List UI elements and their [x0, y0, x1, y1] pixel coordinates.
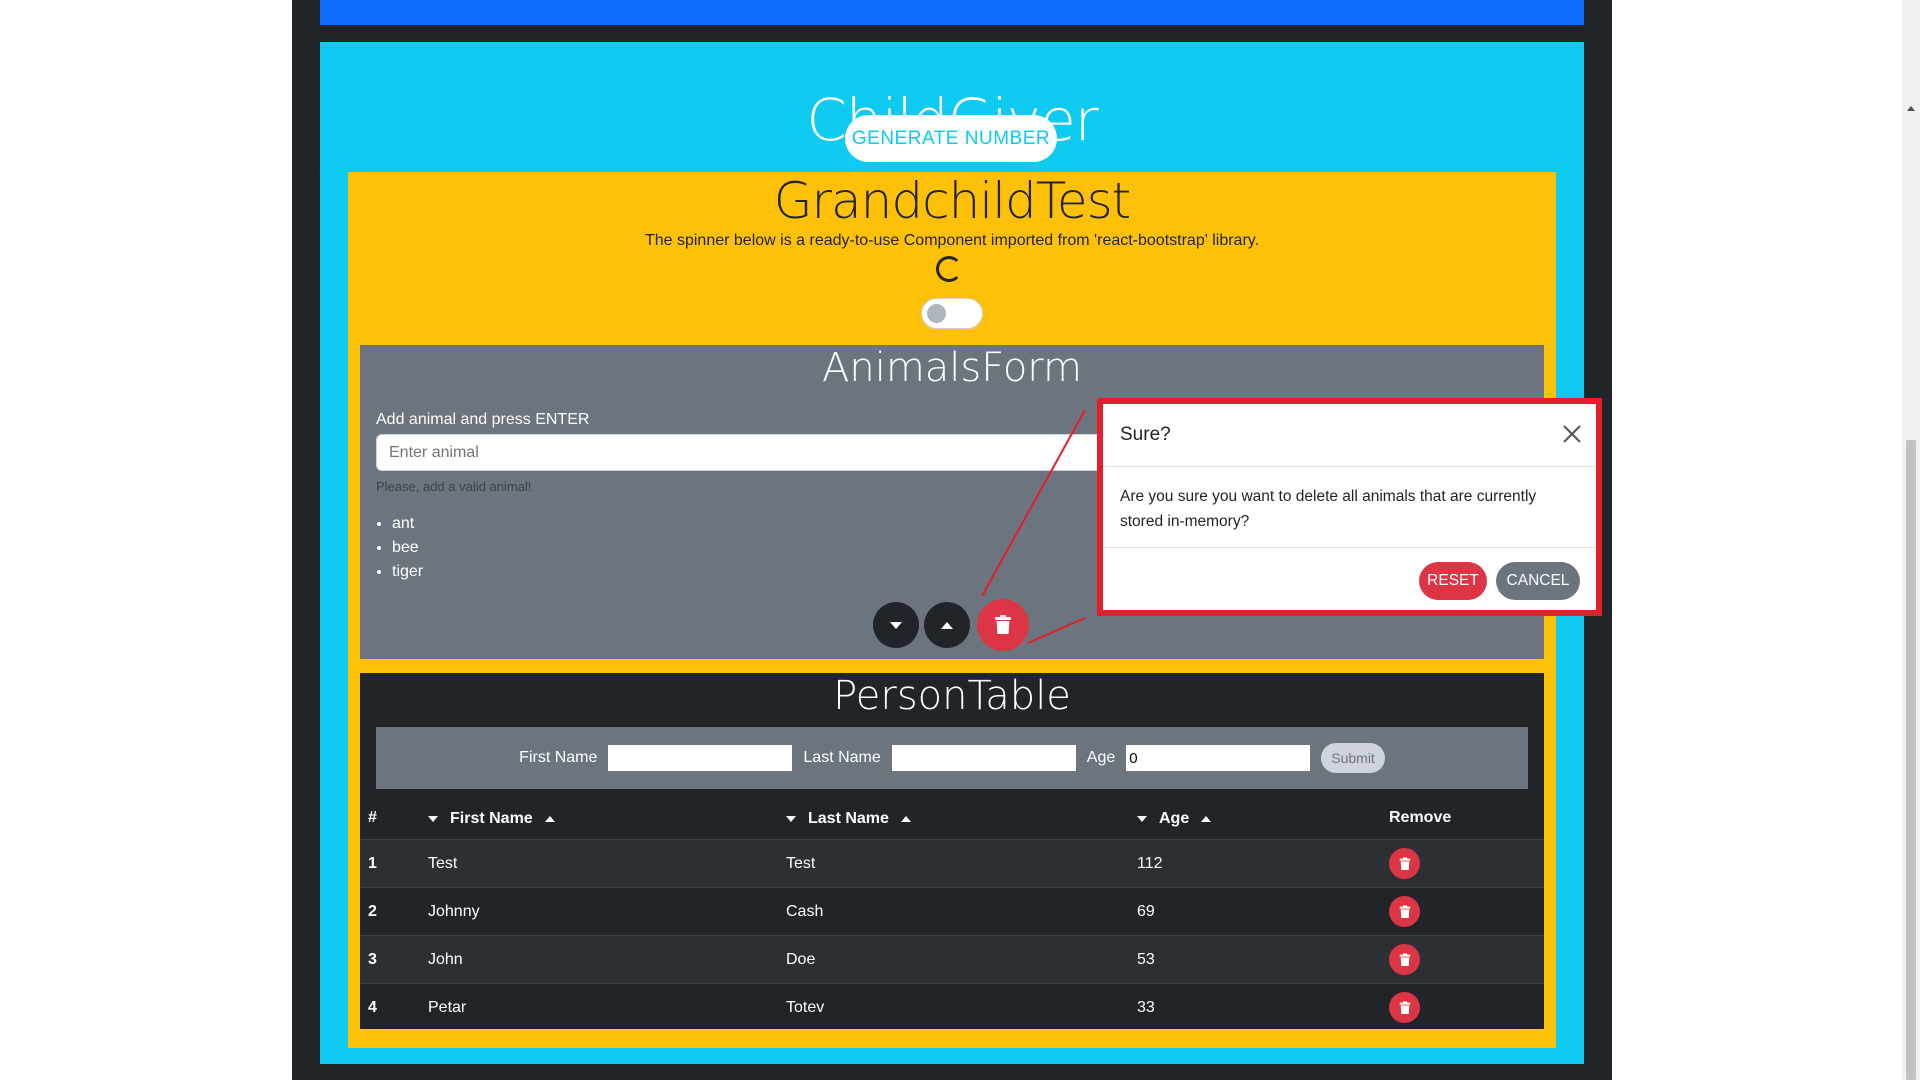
modal-body-text: Are you sure you want to delete all anim…	[1120, 488, 1537, 530]
row-remove-cell	[1381, 887, 1544, 936]
delete-all-animals-button[interactable]	[977, 599, 1029, 651]
scroll-up-icon[interactable]	[1907, 106, 1915, 111]
parent-header-bar	[320, 0, 1584, 25]
sort-desc-icon[interactable]	[1137, 815, 1147, 822]
column-header-index: #	[368, 809, 377, 826]
column-header-last-name: Last Name	[778, 797, 1129, 840]
trash-icon	[1399, 952, 1410, 966]
modal-header: Sure?	[1103, 404, 1596, 467]
column-header-age: Age	[1129, 797, 1381, 840]
row-age: 69	[1129, 887, 1381, 936]
sort-ascending-button[interactable]	[924, 602, 970, 648]
remove-person-button[interactable]	[1389, 992, 1420, 1023]
column-header-remove: Remove	[1389, 809, 1452, 826]
row-last-name: Test	[778, 839, 1129, 888]
caret-up-icon	[941, 621, 953, 629]
row-first-name: Petar	[420, 983, 778, 1031]
cancel-button[interactable]: CANCEL	[1496, 562, 1580, 600]
confirm-reset-modal: Sure? Are you sure you want to delete al…	[1097, 398, 1602, 616]
animals-form-title: AnimalsForm	[821, 345, 1083, 391]
remove-person-button[interactable]	[1389, 848, 1420, 879]
row-first-name: John	[420, 935, 778, 984]
trash-icon	[1399, 1000, 1410, 1014]
table-row: 3 John Doe 53	[360, 935, 1544, 984]
trash-icon	[995, 615, 1011, 634]
last-name-label: Last Name	[803, 749, 881, 766]
sort-desc-icon[interactable]	[786, 815, 796, 822]
grandchild-description: The spinner below is a ready-to-use Comp…	[644, 232, 1260, 249]
list-item: ant	[392, 512, 423, 536]
person-table: # First Name Last Name Age Remove 1 Test…	[360, 797, 1544, 1031]
table-row: 1 Test Test 112	[360, 839, 1544, 888]
age-label: Age	[1086, 749, 1116, 766]
animal-list: ant bee tiger	[376, 512, 423, 584]
row-last-name: Doe	[778, 935, 1129, 984]
row-index: 3	[360, 935, 420, 984]
animal-input-label: Add animal and press ENTER	[376, 411, 590, 428]
animal-input[interactable]	[376, 434, 1136, 471]
row-remove-cell	[1381, 983, 1544, 1031]
loading-spinner-icon	[936, 256, 962, 282]
row-first-name: Test	[420, 839, 778, 888]
row-remove-cell	[1381, 839, 1544, 888]
modal-footer: RESET CANCEL	[1103, 547, 1596, 618]
grandchild-test-title: GrandchildTest	[773, 172, 1132, 230]
row-age: 112	[1129, 839, 1381, 888]
generate-number-button[interactable]: GENERATE NUMBER	[845, 115, 1057, 162]
modal-title: Sure?	[1120, 424, 1171, 445]
row-last-name: Totev	[778, 983, 1129, 1031]
list-item: tiger	[392, 560, 423, 584]
row-first-name: Johnny	[420, 887, 778, 936]
row-index: 2	[360, 887, 420, 936]
reset-button[interactable]: RESET	[1419, 562, 1487, 600]
first-name-label: First Name	[519, 749, 598, 766]
sort-asc-icon[interactable]	[544, 815, 555, 822]
last-name-field[interactable]	[890, 744, 1077, 772]
sort-desc-icon[interactable]	[428, 815, 438, 822]
remove-person-button[interactable]	[1389, 896, 1420, 927]
column-label: Last Name	[808, 809, 889, 827]
column-label: First Name	[450, 809, 533, 827]
column-label: Age	[1159, 809, 1190, 827]
list-item: bee	[392, 536, 423, 560]
sort-asc-icon[interactable]	[1201, 815, 1212, 822]
scrollbar-thumb[interactable]	[1906, 440, 1916, 1080]
trash-icon	[1399, 904, 1410, 918]
vertical-scrollbar[interactable]	[1902, 0, 1920, 1080]
animal-help-text: Please, add a valid animal!	[376, 479, 532, 494]
toggle-knob	[927, 304, 946, 323]
table-header-row: # First Name Last Name Age Remove	[360, 797, 1544, 840]
toggle-switch[interactable]	[921, 298, 983, 329]
row-age: 33	[1129, 983, 1381, 1031]
remove-person-button[interactable]	[1389, 944, 1420, 975]
row-last-name: Cash	[778, 887, 1129, 936]
first-name-field[interactable]	[607, 744, 794, 772]
add-person-form: First Name Last Name Age Submit	[376, 727, 1528, 789]
row-remove-cell	[1381, 935, 1544, 984]
close-button[interactable]	[1560, 422, 1584, 446]
caret-down-icon	[890, 621, 902, 629]
sort-asc-icon[interactable]	[900, 815, 911, 822]
table-row: 4 Petar Totev 33	[360, 983, 1544, 1031]
row-age: 53	[1129, 935, 1381, 984]
trash-icon	[1399, 856, 1410, 870]
row-index: 1	[360, 839, 420, 888]
person-table-panel: PersonTable First Name Last Name Age Sub…	[360, 673, 1544, 1031]
close-icon	[1563, 425, 1581, 443]
submit-button[interactable]: Submit	[1321, 743, 1385, 773]
sort-descending-button[interactable]	[873, 602, 919, 648]
table-row: 2 Johnny Cash 69	[360, 887, 1544, 936]
person-table-title: PersonTable	[833, 673, 1071, 719]
age-field[interactable]	[1125, 744, 1312, 772]
row-index: 4	[360, 983, 420, 1031]
column-header-first-name: First Name	[420, 797, 778, 840]
